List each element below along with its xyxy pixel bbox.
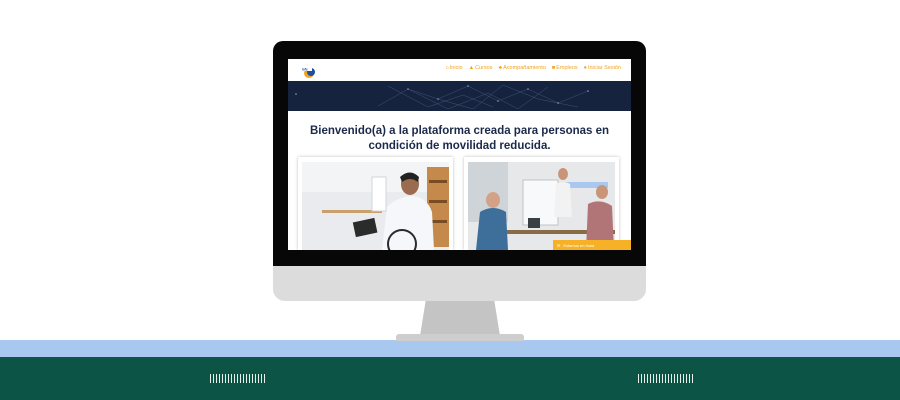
hero-banner [288, 81, 631, 111]
nav-link-iniciar-sesion[interactable]: ● Iniciar Sesión [584, 65, 621, 71]
site-navbar: lofe ⌂ Inicio ▲ Cursos ♣ Acompañamiento … [288, 59, 631, 81]
briefcase-icon: ■ [551, 65, 556, 71]
site-logo[interactable]: lofe [300, 63, 316, 79]
feature-card[interactable] [464, 157, 619, 250]
chat-icon: ✉ [557, 242, 561, 248]
nav-link-inicio[interactable]: ⌂ Inicio [445, 65, 462, 71]
monitor-screen: lofe ⌂ Inicio ▲ Cursos ♣ Acompañamiento … [288, 59, 631, 250]
barcode-right [638, 374, 693, 383]
headline-line-2: condición de movilidad reducida. [368, 140, 551, 152]
wheelchair-user-photo [302, 162, 449, 250]
nav-label: Cursos [475, 65, 493, 71]
monitor-stand-base [396, 334, 524, 341]
desk-surface [0, 340, 900, 357]
support-icon: ♣ [498, 65, 503, 71]
headline-line-1: Bienvenido(a) a la plataforma creada par… [309, 125, 610, 137]
online-chat-toast[interactable]: ✉ Estamos en línea [553, 240, 631, 250]
nav-link-empleos[interactable]: ■ Empleos [552, 65, 578, 71]
desk-front [0, 357, 900, 400]
svg-text:lofe: lofe [302, 68, 308, 72]
monitor-chin [273, 266, 646, 301]
nav-link-acompanamiento[interactable]: ♣ Acompañamiento [498, 65, 545, 71]
courses-icon: ▲ [468, 65, 475, 71]
scene: lofe ⌂ Inicio ▲ Cursos ♣ Acompañamiento … [0, 0, 900, 400]
network-pattern [295, 84, 589, 110]
user-icon: ● [583, 65, 587, 71]
monitor-stand-neck [420, 301, 500, 336]
toast-label: Estamos en línea [563, 242, 595, 248]
barcode-left [210, 374, 265, 383]
nav-label: Empleos [556, 65, 578, 71]
nav-label: Iniciar Sesión [587, 65, 621, 71]
nav-links: ⌂ Inicio ▲ Cursos ♣ Acompañamiento ■ Emp… [445, 65, 621, 71]
welcome-headline: Bienvenido(a) a la plataforma creada par… [288, 124, 631, 154]
nav-link-cursos[interactable]: ▲ Cursos [469, 65, 493, 71]
nav-label: Acompañamiento [503, 65, 546, 71]
nav-label: Inicio [449, 65, 463, 71]
office-meeting-photo [468, 162, 615, 250]
feature-card[interactable] [298, 157, 453, 250]
home-icon: ⌂ [445, 65, 449, 71]
